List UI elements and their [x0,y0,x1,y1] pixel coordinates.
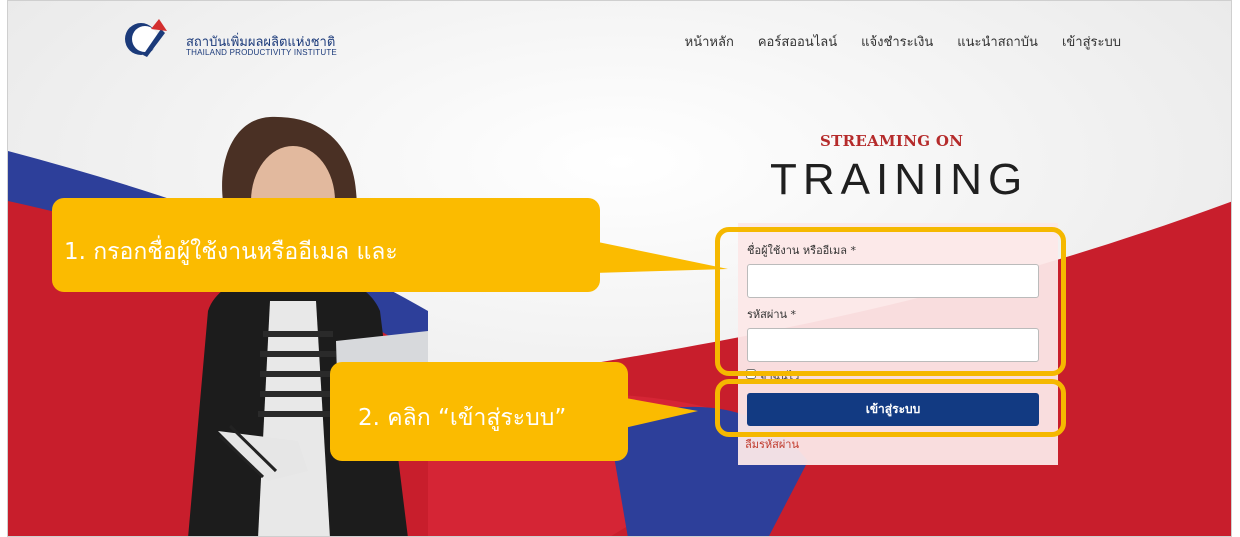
forgot-password-link[interactable]: ลืมรหัสผ่าน [745,435,799,453]
step1-callout: 1. กรอกชื่อผู้ใช้งานหรืออีเมล และ [52,198,600,292]
menu-online-courses[interactable]: คอร์สออนไลน์ [758,31,837,52]
site-logo[interactable]: สถาบันเพิ่มผลผลิตแห่งชาติ THAILAND PRODU… [121,15,381,59]
step2-text: 2. คลิก “เข้าสู่ระบบ” [358,405,567,431]
main-menu: หน้าหลัก คอร์สออนไลน์ แจ้งชำระเงิน แนะนำ… [685,31,1121,52]
menu-login[interactable]: เข้าสู่ระบบ [1062,31,1121,52]
menu-payment-notice[interactable]: แจ้งชำระเงิน [861,31,933,52]
credentials-highlight [715,227,1066,376]
menu-home[interactable]: หน้าหลัก [685,31,734,52]
logo-text-en: THAILAND PRODUCTIVITY INSTITUTE [186,48,337,57]
top-navigation: สถาบันเพิ่มผลผลิตแห่งชาติ THAILAND PRODU… [8,1,1231,81]
hero-subtitle: STREAMING ON [820,132,964,150]
hero-title: TRAINING [770,155,1029,204]
menu-about[interactable]: แนะนำสถาบัน [957,31,1038,52]
browser-viewport: สถาบันเพิ่มผลผลิตแห่งชาติ THAILAND PRODU… [7,0,1232,537]
tpi-logo-icon [125,19,167,57]
login-button-highlight [715,379,1066,437]
step2-callout: 2. คลิก “เข้าสู่ระบบ” [330,362,628,461]
step1-text: 1. กรอกชื่อผู้ใช้งานหรืออีเมล และ [64,239,398,265]
